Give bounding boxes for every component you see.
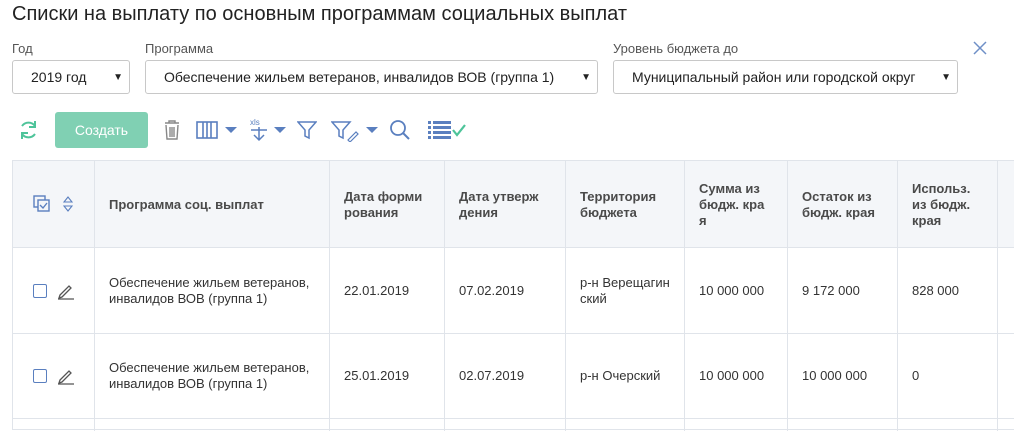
edit-icon[interactable]: [57, 282, 75, 300]
cell-approved: 02.07.2019: [459, 367, 525, 383]
row-checkbox[interactable]: [33, 369, 47, 383]
cell-territory: р-н Верещагин ский: [580, 274, 670, 306]
cell-approved: 07.02.2019: [459, 282, 525, 298]
cell-program: Обеспечение жильем ветеранов, инвалидов …: [109, 359, 310, 391]
year-select[interactable]: 2019 год ▼: [12, 60, 130, 94]
trash-icon[interactable]: [163, 119, 181, 141]
export-xls-icon[interactable]: xls: [247, 116, 271, 142]
close-icon[interactable]: [971, 39, 989, 57]
sort-icon[interactable]: [63, 196, 73, 212]
cell-used: 0: [912, 367, 920, 383]
cell-sum: 10 000 000: [699, 367, 765, 383]
search-icon[interactable]: [389, 119, 411, 141]
cell-program: Обеспечение жильем ветеранов, инвалидов …: [109, 274, 310, 306]
chevron-down-icon[interactable]: [365, 126, 379, 134]
row-divider: [13, 418, 1014, 419]
create-button[interactable]: Создать: [55, 112, 148, 148]
caret-down-icon: ▼: [941, 72, 951, 83]
cell-created: 25.01.2019: [344, 367, 410, 383]
list-check-icon[interactable]: [427, 120, 467, 140]
filter-edit-icon[interactable]: [331, 120, 359, 142]
program-select-value: Обеспечение жильем ветеранов, инвалидов …: [164, 69, 555, 85]
select-all-icon[interactable]: [33, 195, 51, 213]
refresh-icon[interactable]: [18, 118, 40, 142]
year-select-value: 2019 год: [31, 69, 87, 85]
col-header-approved[interactable]: Дата утверж дения: [445, 161, 565, 248]
cell-used: 828 000: [912, 282, 959, 298]
svg-text:xls: xls: [250, 118, 260, 127]
page-title: Списки на выплату по основным программам…: [12, 3, 627, 25]
budget-level-select[interactable]: Муниципальный район или городской округ …: [613, 60, 958, 94]
col-header-created[interactable]: Дата форми рования: [330, 161, 444, 248]
cell-sum: 10 000 000: [699, 282, 765, 298]
caret-down-icon: ▼: [581, 72, 591, 83]
chevron-down-icon[interactable]: [224, 126, 238, 134]
column-divider: [997, 161, 998, 431]
cell-territory: р-н Очерский: [580, 367, 661, 383]
filter-icon[interactable]: [297, 120, 317, 140]
cell-rest: 10 000 000: [802, 367, 868, 383]
edit-icon[interactable]: [57, 367, 75, 385]
chevron-down-icon[interactable]: [273, 126, 287, 134]
cell-rest: 9 172 000: [802, 282, 860, 298]
col-header-rest[interactable]: Остаток из бюдж. края: [788, 161, 897, 248]
payment-lists-table: Программа соц. выплат Дата форми рования…: [12, 160, 1014, 431]
budget-level-label: Уровень бюджета до: [613, 41, 739, 56]
columns-icon[interactable]: [196, 120, 218, 140]
cell-created: 22.01.2019: [344, 282, 410, 298]
col-header-program[interactable]: Программа соц. выплат: [95, 161, 329, 248]
budget-level-select-value: Муниципальный район или городской округ: [632, 69, 916, 85]
col-header-used[interactable]: Использ. из бюдж. края: [898, 161, 997, 248]
col-header-sum[interactable]: Сумма из бюдж. кра я: [685, 161, 787, 248]
year-label: Год: [12, 41, 33, 56]
program-label: Программа: [145, 41, 214, 56]
col-header-territory[interactable]: Территория бюджета: [566, 161, 684, 248]
program-select[interactable]: Обеспечение жильем ветеранов, инвалидов …: [145, 60, 598, 94]
row-checkbox[interactable]: [33, 284, 47, 298]
caret-down-icon: ▼: [113, 72, 123, 83]
